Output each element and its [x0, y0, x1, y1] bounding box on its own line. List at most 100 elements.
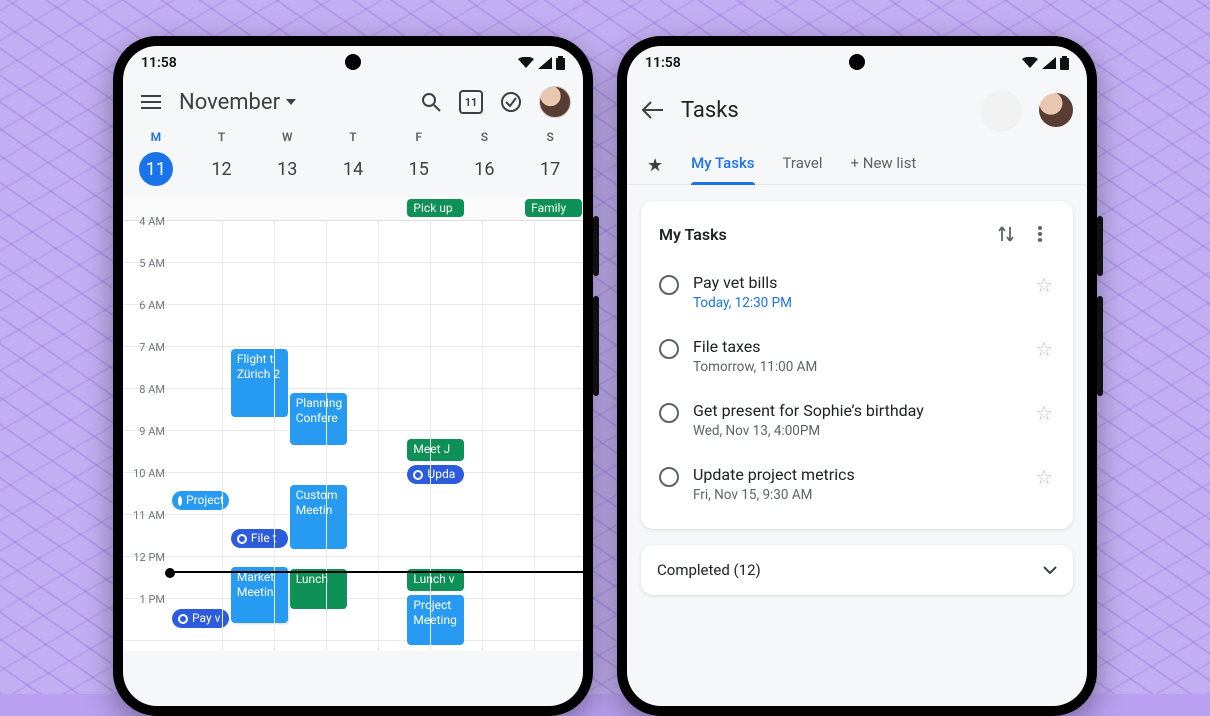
- battery-icon: [556, 56, 565, 70]
- today-icon[interactable]: 11: [459, 90, 483, 114]
- event-block[interactable]: Lunch: [290, 569, 347, 609]
- dates-row: 11 12 13 14 15 16 17: [123, 146, 583, 196]
- search-icon[interactable]: [417, 88, 445, 116]
- camera-notch: [849, 54, 865, 70]
- event-block[interactable]: Planning Confere: [290, 393, 347, 445]
- date-number: 15: [409, 159, 429, 180]
- allday-event[interactable]: Family: [525, 199, 582, 217]
- tab-my-tasks[interactable]: My Tasks: [691, 146, 754, 184]
- completed-section[interactable]: Completed (12): [641, 545, 1073, 595]
- task-chip[interactable]: File t: [231, 529, 288, 548]
- task-subtitle: Tomorrow, 11:00 AM: [693, 356, 1021, 375]
- wifi-icon: [518, 57, 534, 69]
- event-block[interactable]: Project Meeting: [407, 595, 464, 645]
- signal-icon: [1042, 57, 1056, 69]
- tasks-screen: 11:58 Tasks ★ My Tasks Travel: [627, 46, 1087, 706]
- status-icons: [1022, 56, 1069, 70]
- task-chip[interactable]: Pay v: [172, 609, 229, 628]
- today-date: 11: [465, 96, 478, 109]
- date-cell[interactable]: 15: [386, 155, 452, 184]
- hour-label: 11 AM: [123, 509, 171, 551]
- chevron-down-icon: [286, 99, 296, 105]
- task-item[interactable]: Update project metrics Fri, Nov 15, 9:30…: [645, 453, 1065, 517]
- star-icon[interactable]: ☆: [1035, 401, 1053, 425]
- sort-icon[interactable]: [989, 217, 1023, 251]
- date-cell[interactable]: 16: [452, 155, 518, 184]
- phone-calendar: 11:58 November: [113, 36, 593, 716]
- task-item[interactable]: Get present for Sophie’s birthday Wed, N…: [645, 389, 1065, 453]
- date-cell[interactable]: 12: [189, 155, 255, 184]
- hour-label: 10 AM: [123, 467, 171, 509]
- card-title: My Tasks: [659, 225, 989, 244]
- tasks-appbar: Tasks: [627, 80, 1087, 140]
- tasks-card: My Tasks Pay vet bills Today, 12:30 PM: [641, 201, 1073, 529]
- hour-label: 9 AM: [123, 425, 171, 467]
- day-col-mon[interactable]: Project Pay v: [171, 221, 230, 641]
- phone-side-button: [1097, 296, 1103, 396]
- date-cell[interactable]: 14: [320, 155, 386, 184]
- calendar-grid[interactable]: 4 AM 5 AM 6 AM 7 AM 8 AM 9 AM 10 AM 11 A…: [123, 221, 583, 651]
- starred-tab-icon[interactable]: ★: [647, 155, 663, 176]
- calendar-appbar: November 11: [123, 80, 583, 126]
- task-list-tabs: ★ My Tasks Travel + New list: [627, 140, 1087, 185]
- app-title: Tasks: [681, 98, 739, 123]
- month-label: November: [179, 90, 280, 115]
- task-item[interactable]: Pay vet bills Today, 12:30 PM ☆: [645, 261, 1065, 325]
- event-block[interactable]: Market Meetin: [231, 567, 288, 623]
- day-col-tue[interactable]: Flight t Zürich 2 File t Market Meetin: [230, 221, 289, 641]
- task-checkbox[interactable]: [659, 403, 679, 423]
- task-checkbox[interactable]: [659, 467, 679, 487]
- weekday-label: F: [386, 130, 452, 146]
- battery-icon: [1060, 56, 1069, 70]
- avatar[interactable]: [539, 86, 571, 118]
- star-icon[interactable]: ☆: [1035, 465, 1053, 489]
- completed-label: Completed (12): [657, 561, 761, 579]
- profile-switch-button[interactable]: [981, 90, 1021, 130]
- month-picker[interactable]: November: [179, 90, 296, 115]
- date-cell[interactable]: 11: [123, 148, 189, 190]
- event-block[interactable]: Flight t Zürich 2: [231, 349, 288, 417]
- hour-label: 6 AM: [123, 299, 171, 341]
- task-subtitle: Wed, Nov 13, 4:00PM: [693, 420, 1021, 439]
- task-list: Pay vet bills Today, 12:30 PM ☆ File tax…: [645, 261, 1069, 525]
- weekday-label: W: [254, 130, 320, 146]
- star-icon[interactable]: ☆: [1035, 337, 1053, 361]
- allday-event[interactable]: Pick up: [407, 199, 464, 217]
- phone-side-button: [593, 216, 599, 276]
- avatar[interactable]: [1039, 93, 1073, 127]
- task-chip[interactable]: Project: [172, 491, 229, 510]
- day-col-fri[interactable]: Meet J Upda Lunch v Project Meeting: [406, 221, 465, 641]
- task-title: File taxes: [693, 337, 1021, 356]
- star-icon[interactable]: ☆: [1035, 273, 1053, 297]
- calendar-screen: 11:58 November: [123, 46, 583, 706]
- date-number: 13: [277, 159, 297, 180]
- tab-travel[interactable]: Travel: [783, 146, 823, 184]
- card-header: My Tasks: [645, 215, 1069, 261]
- more-icon[interactable]: [1023, 217, 1057, 251]
- tab-new-list[interactable]: + New list: [851, 146, 917, 184]
- date-number: 11: [139, 152, 173, 186]
- date-cell[interactable]: 13: [254, 155, 320, 184]
- menu-icon[interactable]: [137, 88, 165, 116]
- now-indicator: [171, 571, 583, 573]
- new-list-label: New list: [863, 154, 917, 172]
- day-col-sat[interactable]: [465, 221, 524, 641]
- hour-label: 4 AM: [123, 215, 171, 257]
- task-title: Update project metrics: [693, 465, 1021, 484]
- day-col-thu[interactable]: [348, 221, 407, 641]
- back-icon[interactable]: [641, 101, 663, 119]
- day-col-sun[interactable]: [524, 221, 583, 641]
- date-number: 17: [540, 159, 560, 180]
- phone-side-button: [593, 296, 599, 396]
- event-block[interactable]: Meet J: [407, 439, 464, 461]
- date-cell[interactable]: 17: [517, 155, 583, 184]
- tasks-check-icon[interactable]: [497, 88, 525, 116]
- task-item[interactable]: File taxes Tomorrow, 11:00 AM ☆: [645, 325, 1065, 389]
- task-checkbox[interactable]: [659, 275, 679, 295]
- task-checkbox[interactable]: [659, 339, 679, 359]
- task-chip[interactable]: Upda: [407, 465, 464, 484]
- weekday-label: M: [123, 130, 189, 146]
- day-col-wed[interactable]: Planning Confere Custom Meetin Lunch: [289, 221, 348, 641]
- event-block[interactable]: Custom Meetin: [290, 485, 347, 549]
- date-number: 16: [474, 159, 494, 180]
